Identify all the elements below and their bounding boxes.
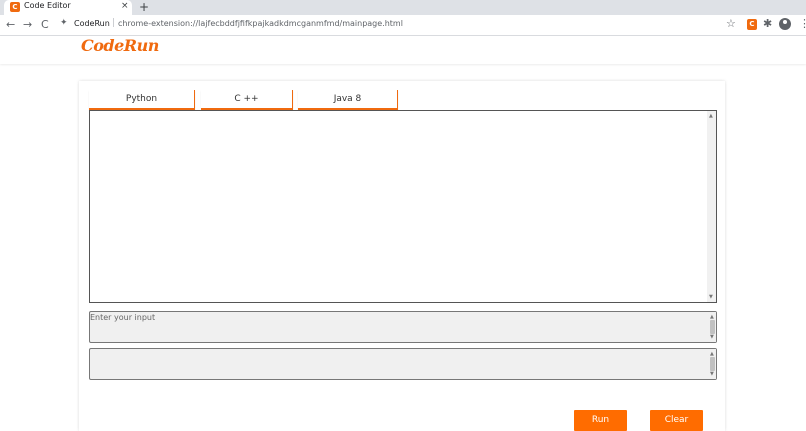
tab-python[interactable]: Python — [89, 90, 195, 110]
scroll-up-icon[interactable]: ▲ — [709, 113, 713, 119]
extensions-icon[interactable]: ✱ — [763, 17, 772, 30]
address-bar[interactable]: ✦ CodeRun | chrome-extension://lajfecbdd… — [58, 17, 738, 34]
scroll-down-icon[interactable]: ▼ — [709, 294, 713, 300]
editor-scrollbar[interactable]: ▲ ▼ — [707, 111, 716, 302]
input-scrollbar[interactable]: ▲ ▼ — [708, 312, 716, 342]
scroll-thumb[interactable] — [710, 320, 715, 334]
page-header: CodeRun — [0, 36, 806, 64]
code-editor[interactable]: ▲ ▼ — [89, 110, 717, 303]
coderun-favicon-icon: C — [10, 2, 20, 12]
bookmark-star-icon[interactable]: ☆ — [726, 17, 736, 30]
browser-toolbar: ← → C ✦ CodeRun | chrome-extension://laj… — [0, 15, 806, 36]
editor-card: Python C ++ Java 8 ▲ ▼ ▲ ▼ ▲ ▼ Run Clear — [79, 81, 725, 431]
tab-title: Code Editor — [24, 1, 71, 10]
run-button[interactable]: Run — [574, 410, 627, 431]
extension-puzzle-icon: ✦ — [60, 18, 68, 28]
new-tab-icon[interactable]: + — [139, 0, 149, 14]
menu-kebab-icon[interactable]: ⋮ — [799, 17, 806, 30]
tab-cpp[interactable]: C ++ — [201, 90, 293, 110]
close-tab-icon[interactable]: × — [121, 1, 129, 11]
forward-icon[interactable]: → — [23, 18, 32, 31]
clear-button[interactable]: Clear — [650, 410, 703, 431]
browser-tab-strip: C Code Editor × + — [0, 0, 806, 15]
reload-icon[interactable]: C — [41, 18, 49, 31]
site-name: CodeRun — [74, 19, 110, 28]
coderun-logo: CodeRun — [81, 36, 159, 55]
output-scrollbar[interactable]: ▲ ▼ — [708, 349, 716, 379]
scroll-down-icon[interactable]: ▼ — [710, 371, 714, 377]
url-separator: | — [112, 18, 116, 28]
scroll-thumb[interactable] — [710, 357, 715, 371]
back-icon[interactable]: ← — [6, 18, 15, 31]
stdin-input[interactable] — [89, 311, 717, 343]
profile-avatar-icon[interactable] — [779, 18, 791, 30]
output-box — [89, 348, 717, 380]
url-text[interactable]: chrome-extension://lajfecbddfjfifkpajkad… — [118, 19, 403, 28]
tab-java8[interactable]: Java 8 — [298, 90, 398, 110]
scroll-down-icon[interactable]: ▼ — [710, 334, 714, 340]
coderun-extension-icon[interactable]: C — [747, 19, 757, 30]
browser-tab[interactable]: C Code Editor × — [4, 0, 132, 15]
